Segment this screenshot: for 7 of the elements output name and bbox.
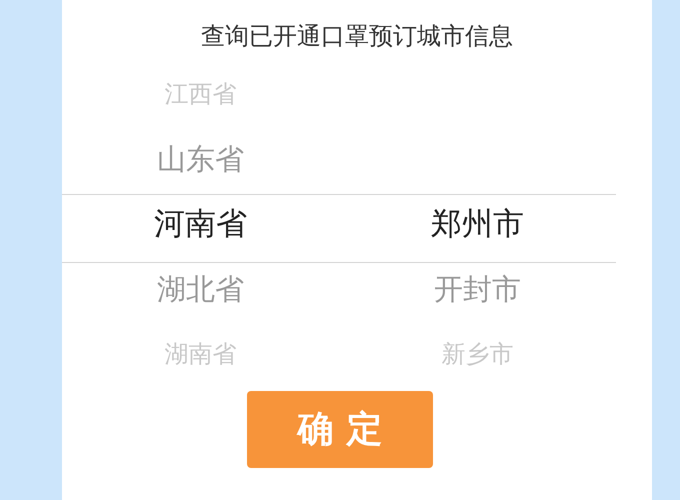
province-option[interactable]: 湖北省 bbox=[157, 274, 244, 306]
city-option[interactable]: 郑州市 bbox=[431, 207, 524, 242]
dialog-title: 查询已开通口罩预订城市信息 bbox=[200, 21, 514, 52]
province-option[interactable]: 河南省 bbox=[154, 207, 247, 242]
province-option[interactable]: 山东省 bbox=[157, 144, 244, 176]
city-option[interactable]: 开封市 bbox=[434, 274, 521, 306]
confirm-button[interactable]: 确 定 bbox=[247, 391, 433, 468]
